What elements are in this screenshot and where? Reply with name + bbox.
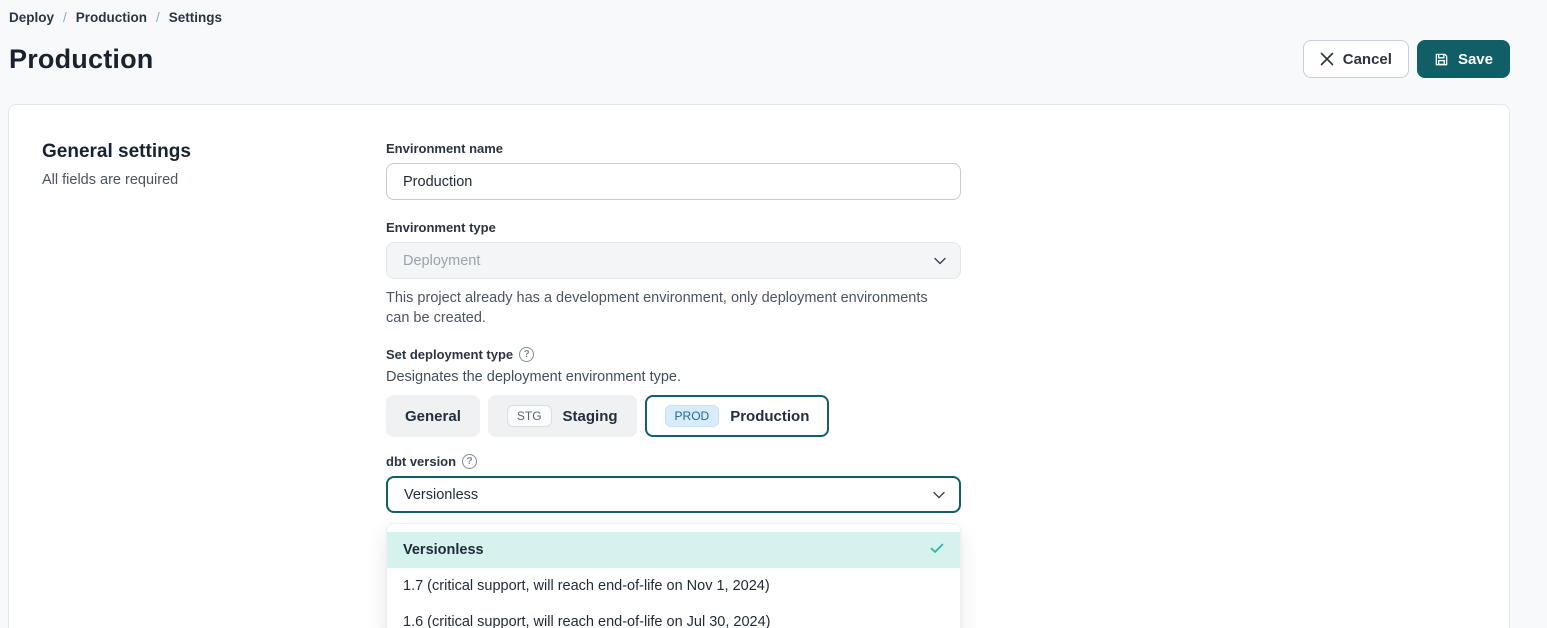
page-header: Deploy / Production / Settings Productio… [0, 0, 1547, 78]
deployment-type-production-button[interactable]: PROD Production [645, 395, 830, 437]
environment-name-label: Environment name [386, 141, 961, 156]
chevron-down-icon [933, 487, 945, 503]
deployment-type-staging-label: Staging [563, 408, 618, 425]
section-heading: General settings [42, 141, 386, 163]
deployment-type-options: General STG Staging PROD Production [386, 395, 961, 437]
breadcrumb-settings[interactable]: Settings [169, 10, 222, 25]
dbt-version-value: Versionless [404, 487, 478, 503]
save-button[interactable]: Save [1417, 40, 1510, 78]
environment-type-help-text: This project already has a development e… [386, 288, 934, 328]
help-icon[interactable]: ? [462, 454, 477, 469]
deployment-type-staging-button[interactable]: STG Staging [488, 395, 637, 437]
page-title: Production [9, 44, 154, 75]
chevron-down-icon [934, 253, 946, 269]
environment-type-value: Deployment [403, 253, 480, 269]
section-subheading: All fields are required [42, 172, 386, 188]
deployment-type-description: Designates the deployment environment ty… [386, 369, 961, 385]
settings-card: General settings All fields are required… [8, 104, 1510, 628]
breadcrumb: Deploy / Production / Settings [9, 10, 1510, 25]
prod-badge: PROD [665, 405, 720, 427]
environment-name-input[interactable] [386, 163, 961, 200]
cancel-button-label: Cancel [1343, 51, 1392, 68]
dropdown-option-1-7[interactable]: 1.7 (critical support, will reach end-of… [387, 568, 960, 604]
dropdown-option-label: 1.6 (critical support, will reach end-of… [403, 614, 771, 628]
close-icon [1320, 52, 1334, 66]
breadcrumb-production[interactable]: Production [76, 10, 147, 25]
help-icon[interactable]: ? [519, 347, 534, 362]
dbt-version-label-text: dbt version [386, 454, 456, 469]
cancel-button[interactable]: Cancel [1303, 40, 1409, 78]
check-icon [930, 542, 944, 558]
dropdown-option-label: Versionless [403, 542, 484, 558]
breadcrumb-separator: / [156, 10, 160, 25]
settings-form: Environment name Environment type Deploy… [386, 141, 961, 628]
deployment-type-label: Set deployment type ? [386, 347, 961, 362]
dropdown-option-versionless[interactable]: Versionless [387, 532, 960, 568]
dropdown-option-label: 1.7 (critical support, will reach end-of… [403, 578, 770, 594]
dropdown-option-1-6[interactable]: 1.6 (critical support, will reach end-of… [387, 604, 960, 628]
section-intro: General settings All fields are required [42, 141, 386, 628]
breadcrumb-deploy[interactable]: Deploy [9, 10, 54, 25]
deployment-type-label-text: Set deployment type [386, 347, 513, 362]
deployment-type-general-label: General [405, 408, 461, 425]
environment-type-label: Environment type [386, 220, 961, 235]
deployment-type-general-button[interactable]: General [386, 395, 480, 437]
save-floppy-icon [1434, 52, 1449, 67]
deployment-type-production-label: Production [730, 408, 809, 425]
breadcrumb-separator: / [63, 10, 67, 25]
header-actions: Cancel Save [1303, 40, 1510, 78]
dbt-version-dropdown: Versionless 1.7 (critical support, will … [386, 523, 961, 628]
dbt-version-label: dbt version ? [386, 454, 961, 469]
environment-type-select: Deployment [386, 242, 961, 279]
dbt-version-select[interactable]: Versionless [386, 476, 961, 513]
staging-badge: STG [507, 405, 552, 427]
save-button-label: Save [1458, 51, 1493, 68]
